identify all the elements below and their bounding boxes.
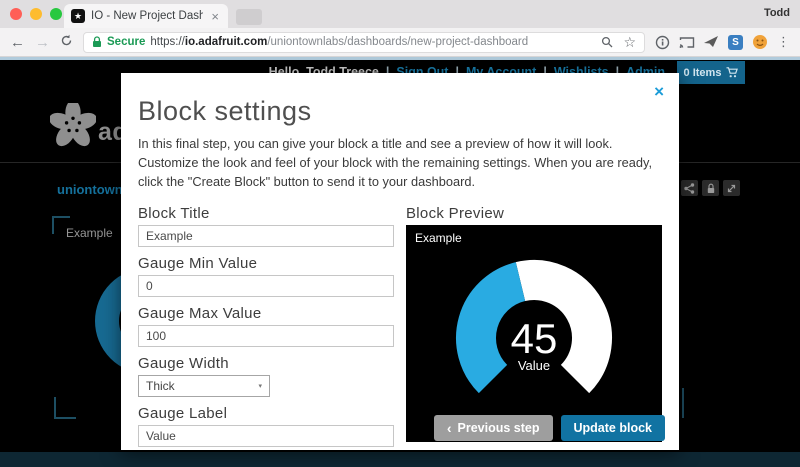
chevron-left-icon: ‹ [447,421,452,435]
gauge-max-label: Gauge Max Value [138,305,394,322]
new-tab-button[interactable] [236,9,262,25]
omnibox[interactable]: Secure https://io.adafruit.com/uniontown… [83,32,645,53]
preview-block: Example 45 Value [406,225,662,442]
page-top-strip [0,57,800,60]
tab-favicon-icon: ★ [71,9,85,23]
previous-step-label: Previous step [458,421,540,435]
cart-label: 0 Items [684,67,722,79]
update-block-label: Update block [574,421,653,435]
block-toolbar [681,180,740,196]
search-icon[interactable] [601,36,614,49]
browser-toolbar: ← → Secure https://io.adafruit.com/union… [0,28,800,57]
gauge-width-label: Gauge Width [138,355,394,372]
update-block-button[interactable]: Update block [561,415,666,441]
settings-form: Block Title Gauge Min Value Gauge Max Va… [138,202,394,447]
block-title-input[interactable] [138,225,394,247]
chevron-down-icon: ▾ [258,382,262,390]
preview-label: Block Preview [406,205,662,222]
browser-window: ★ IO - New Project Dashboard × Todd ← → … [0,0,800,467]
cart-button[interactable]: 0 Items [677,61,745,84]
gauge-label-input[interactable] [138,425,394,447]
url-path: /uniontownlabs/dashboards/new-project-da… [267,36,528,48]
lock-button[interactable] [702,180,719,196]
url-host: io.adafruit.com [185,36,267,48]
gauge-label-label: Gauge Label [138,405,394,422]
page-footer-strip [0,452,800,467]
s-extension-icon[interactable]: S [728,35,743,50]
window-controls [10,8,62,20]
url-text[interactable]: https://io.adafruit.com/uniontownlabs/da… [150,36,528,48]
block-corner-bracket-bottom-right [682,388,684,418]
reload-button[interactable] [60,34,73,50]
url-scheme: https:// [150,36,185,48]
modal-footer: ‹ Previous step Update block [434,415,665,441]
browser-profile-name: Todd [764,7,790,19]
window-zoom-button[interactable] [50,8,62,20]
gauge-min-label: Gauge Min Value [138,255,394,272]
gauge-value: 45 [511,315,558,362]
bookmark-star-icon[interactable]: ☆ [623,35,636,49]
extension-icons: S ⋮ [655,34,790,50]
browser-titlebar: ★ IO - New Project Dashboard × Todd [0,0,800,28]
modal-description: In this final step, you can give your bl… [138,134,662,192]
lock-icon [706,183,716,194]
tab-title: IO - New Project Dashboard [91,10,203,22]
modal-close-icon[interactable]: × [654,83,664,100]
gauge-max-input[interactable] [138,325,394,347]
window-minimize-button[interactable] [30,8,42,20]
forward-button[interactable]: → [35,35,50,50]
cast-icon[interactable] [679,36,695,49]
share-icon [684,183,695,194]
share-button[interactable] [681,180,698,196]
gauge-width-value: Thick [146,379,175,393]
modal-title: Block settings [138,96,662,127]
reload-icon [60,34,73,47]
secure-label: Secure [107,36,145,48]
window-close-button[interactable] [10,8,22,20]
browser-menu-icon[interactable]: ⋮ [777,34,790,50]
expand-icon [726,183,737,194]
plane-extension-icon[interactable] [704,36,719,48]
previous-step-button[interactable]: ‹ Previous step [434,415,553,441]
lock-icon [92,36,102,48]
gauge-min-input[interactable] [138,275,394,297]
gauge-chart: 45 Value [434,243,634,423]
gauge-width-select[interactable]: Thick ▾ [138,375,270,397]
back-button[interactable]: ← [10,35,25,50]
block-title-label: Block Title [138,205,394,222]
adafruit-flower-icon [50,103,96,147]
info-extension-icon[interactable] [655,35,670,50]
expand-button[interactable] [723,180,740,196]
tab-close-icon[interactable]: × [209,9,221,24]
smiley-extension-icon[interactable] [752,34,768,50]
preview-column: Block Preview Example 45 Value [406,202,662,447]
background-block-title: Example [66,226,113,240]
block-corner-bracket-bottom-left [54,397,76,419]
dashboard-page: Hello, Todd Treece | Sign Out | My Accou… [0,57,800,467]
cart-icon [726,67,738,78]
browser-tab[interactable]: ★ IO - New Project Dashboard × [64,4,228,28]
gauge-label-text: Value [518,358,550,373]
block-settings-modal: × Block settings In this final step, you… [121,73,679,450]
